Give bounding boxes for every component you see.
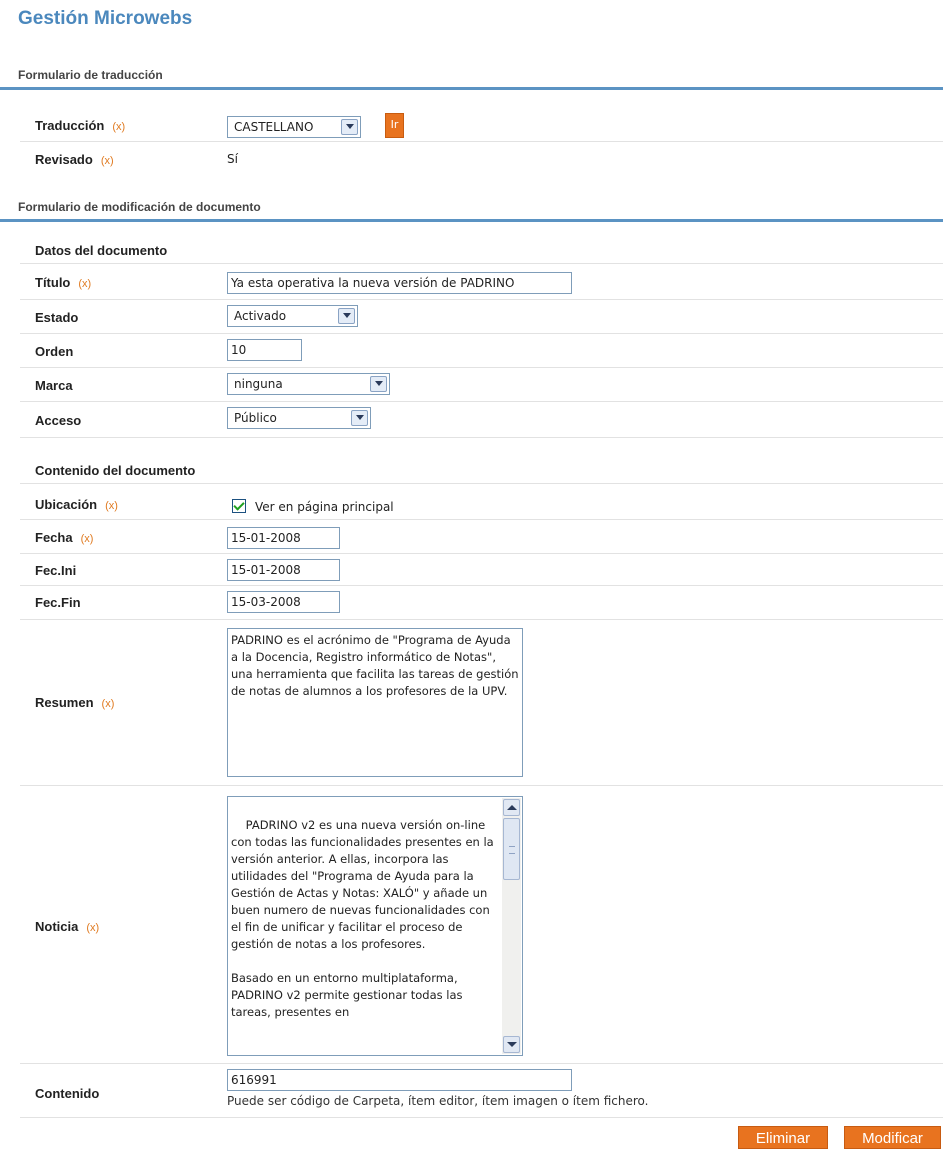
chevron-down-icon [341, 119, 358, 135]
date-input[interactable]: 15-01-2008 [227, 527, 340, 549]
page-title: Gestión Microwebs [18, 8, 193, 29]
location-label: Ubicación (x) [35, 497, 118, 512]
reviewed-label: Revisado (x) [35, 152, 114, 167]
end-date-label: Fec.Fin [35, 595, 81, 610]
access-label: Acceso [35, 413, 82, 428]
modify-button[interactable]: Modificar [844, 1126, 941, 1149]
scroll-up-icon[interactable] [503, 799, 520, 816]
required-marker: (x) [78, 278, 92, 290]
date-row: Fecha (x) 15-01-2008 [20, 520, 943, 554]
reviewed-row: Revisado (x) Sí [20, 142, 943, 174]
order-row: Orden 10 [20, 334, 943, 368]
delete-button[interactable]: Eliminar [738, 1126, 828, 1149]
required-marker: (x) [80, 533, 94, 545]
main-page-checkbox-label: Ver en página principal [255, 500, 394, 514]
scroll-thumb[interactable] [503, 818, 520, 880]
go-button[interactable]: Ir [385, 113, 404, 138]
required-marker: (x) [100, 155, 114, 167]
start-date-input[interactable]: 15-01-2008 [227, 559, 340, 581]
access-row: Acceso Público [20, 402, 943, 438]
content-hint: Puede ser código de Carpeta, ítem editor… [227, 1094, 649, 1108]
chevron-down-icon [351, 410, 368, 426]
chevron-down-icon [338, 308, 355, 324]
state-row: Estado Activado [20, 300, 943, 334]
end-date-row: Fec.Fin 15-03-2008 [20, 586, 943, 620]
location-row: Ubicación (x) Ver en página principal [20, 484, 943, 520]
news-scrollbar[interactable] [502, 798, 521, 1054]
mark-select[interactable]: ninguna [227, 373, 390, 395]
start-date-row: Fec.Ini 15-01-2008 [20, 554, 943, 586]
news-row: Noticia (x) PADRINO v2 es una nueva versi… [20, 786, 943, 1064]
document-form-header-text: Formulario de modificación de documento [18, 200, 261, 214]
mark-label: Marca [35, 378, 73, 393]
order-input[interactable]: 10 [227, 339, 302, 361]
news-text: PADRINO v2 es una nueva versión on-line … [231, 818, 494, 1019]
content-input[interactable]: 616991 [227, 1069, 572, 1091]
news-textarea[interactable]: PADRINO v2 es una nueva versión on-line … [227, 796, 523, 1056]
summary-textarea[interactable]: PADRINO es el acrónimo de "Programa de A… [227, 628, 523, 777]
title-input[interactable]: Ya esta operativa la nueva versión de PA… [227, 272, 572, 294]
title-label: Título (x) [35, 275, 92, 290]
chevron-down-icon [370, 376, 387, 392]
translation-row: Traducción (x) CASTELLANO Ir [20, 106, 943, 142]
access-select[interactable]: Público [227, 407, 371, 429]
mark-row: Marca ninguna [20, 368, 943, 402]
end-date-input[interactable]: 15-03-2008 [227, 591, 340, 613]
state-select[interactable]: Activado [227, 305, 358, 327]
translation-form-header: Formulario de traducción [0, 62, 943, 90]
content-group-row: Contenido del documento [20, 454, 943, 484]
data-group-title: Datos del documento [35, 243, 168, 258]
title-row: Título (x) Ya esta operativa la nueva ver… [20, 264, 943, 300]
scroll-down-icon[interactable] [503, 1036, 520, 1053]
translation-form-header-text: Formulario de traducción [18, 68, 163, 82]
news-label: Noticia (x) [35, 919, 100, 934]
date-label: Fecha (x) [35, 530, 94, 545]
state-label: Estado [35, 310, 79, 325]
required-marker: (x) [112, 121, 126, 133]
required-marker: (x) [101, 698, 115, 710]
order-label: Orden [35, 344, 74, 359]
data-group-row: Datos del documento [20, 234, 943, 264]
content-group-title: Contenido del documento [35, 463, 196, 478]
summary-row: Resumen (x) PADRINO es el acrónimo de "Pr… [20, 620, 943, 786]
required-marker: (x) [105, 500, 118, 512]
content-label: Contenido [35, 1086, 100, 1101]
translation-select[interactable]: CASTELLANO [227, 116, 361, 138]
summary-label: Resumen (x) [35, 695, 115, 710]
start-date-label: Fec.Ini [35, 563, 77, 578]
document-form-header: Formulario de modificación de documento [0, 194, 943, 222]
content-row: Contenido 616991 Puede ser código de Car… [20, 1064, 943, 1118]
required-marker: (x) [86, 922, 100, 934]
reviewed-value: Sí [227, 152, 238, 166]
translation-label: Traducción (x) [35, 118, 126, 133]
main-page-checkbox[interactable] [232, 499, 246, 513]
